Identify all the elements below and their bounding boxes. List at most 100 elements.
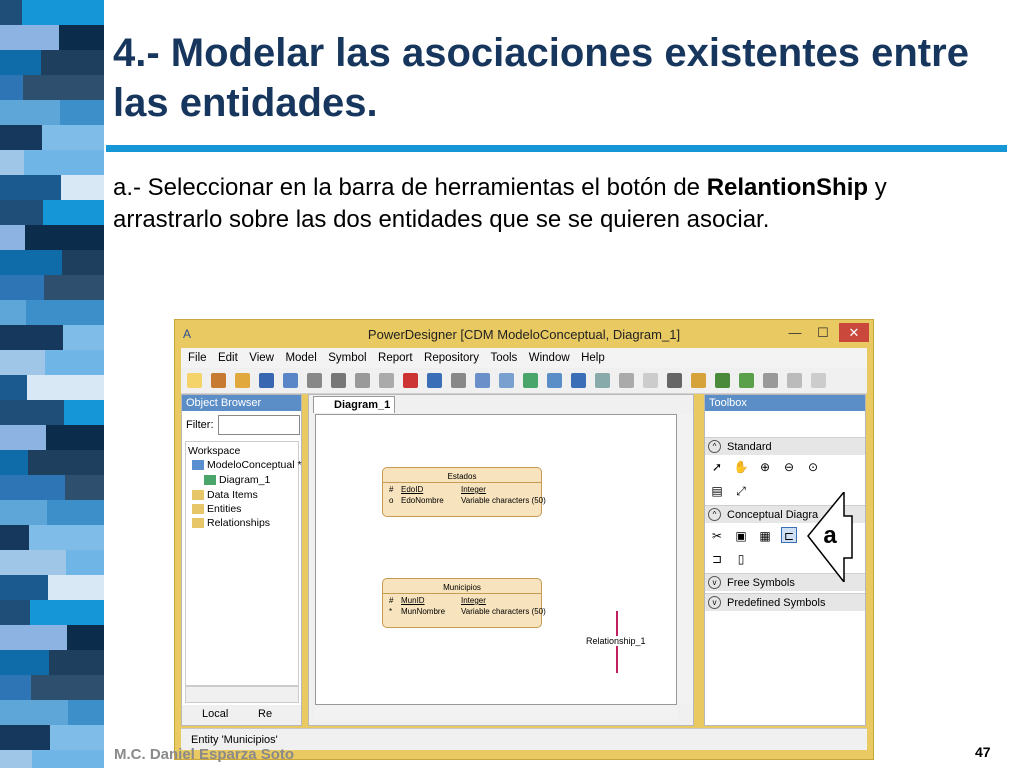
strip-segment — [0, 350, 104, 375]
tree-item-entities[interactable]: Entities — [192, 502, 241, 516]
filter-input[interactable] — [218, 415, 300, 435]
toolbar-icon[interactable] — [283, 373, 298, 388]
strip-segment — [0, 175, 104, 200]
tab-local[interactable]: Local — [202, 708, 228, 720]
menu-edit[interactable]: Edit — [218, 348, 238, 368]
strip-segment — [0, 50, 104, 75]
strip-segment — [0, 100, 104, 125]
package-icon[interactable]: ▣ — [733, 528, 749, 544]
note-icon[interactable]: ▤ — [709, 483, 725, 499]
strip-segment — [0, 375, 104, 400]
toolbox-section-standard[interactable]: ^ Standard — [705, 437, 865, 455]
link-icon[interactable]: ⤢ — [733, 483, 749, 499]
maximize-button[interactable]: ☐ — [809, 323, 837, 342]
folder-icon — [192, 504, 204, 515]
menu-symbol[interactable]: Symbol — [328, 348, 366, 368]
strip-segment — [0, 75, 104, 100]
tree-item-relationships[interactable]: Relationships — [192, 516, 270, 530]
toolbar-icon[interactable] — [523, 373, 538, 388]
zoom-icon[interactable]: ⊙ — [805, 459, 821, 475]
horizontal-scrollbar[interactable] — [185, 686, 299, 703]
filter-label: Filter: — [186, 419, 214, 431]
page-number: 47 — [975, 744, 991, 760]
footer-author: M.C. Daniel Esparza Soto — [114, 746, 295, 763]
menu-model[interactable]: Model — [285, 348, 316, 368]
toolbox-header: Toolbox — [705, 395, 865, 411]
menu-report[interactable]: Report — [378, 348, 413, 368]
toolbar-icon[interactable] — [379, 373, 394, 388]
menu-view[interactable]: View — [249, 348, 274, 368]
toolbar-icon[interactable] — [643, 373, 658, 388]
vertical-scrollbar[interactable] — [677, 414, 693, 705]
inheritance-icon[interactable]: ⊐ — [709, 551, 725, 567]
file-icon[interactable]: ▯ — [733, 551, 749, 567]
slide-title: 4.- Modelar las asociaciones existentes … — [113, 31, 969, 125]
toolbar-icon[interactable] — [307, 373, 322, 388]
scissors-icon[interactable]: ✂ — [709, 528, 725, 544]
menu-window[interactable]: Window — [529, 348, 570, 368]
horizontal-scrollbar[interactable] — [315, 705, 677, 721]
toolbar-icon[interactable] — [499, 373, 514, 388]
toolbar-icon[interactable] — [355, 373, 370, 388]
object-browser-header: Object Browser — [182, 395, 301, 411]
toolbar-icon[interactable] — [715, 373, 730, 388]
close-button[interactable]: ✕ — [839, 323, 869, 342]
toolbar-icon[interactable] — [595, 373, 610, 388]
toolbox-section-predefined-symbols[interactable]: v Predefined Symbols — [705, 593, 865, 611]
entity-municipios[interactable]: Municipios # MunID Integer * MunNombre Varia… — [382, 578, 546, 628]
entity-estados[interactable]: Estados # EdoID Integer o EdoNombre Variable… — [382, 467, 546, 517]
entity-icon[interactable]: ▦ — [757, 528, 773, 544]
menu-tools[interactable]: Tools — [490, 348, 517, 368]
zoom-out-icon[interactable]: ⊖ — [781, 459, 797, 475]
toolbar-icon[interactable] — [763, 373, 778, 388]
strip-segment — [0, 550, 104, 575]
strip-segment — [0, 575, 104, 600]
entity-attribute: # MunID Integer — [389, 596, 486, 605]
strip-segment — [0, 200, 104, 225]
zoom-in-icon[interactable]: ⊕ — [757, 459, 773, 475]
relationship-icon[interactable]: ⊏ — [781, 527, 797, 543]
tree-item-data-items[interactable]: Data Items — [192, 488, 258, 502]
strip-segment — [0, 650, 104, 675]
toolbar-icon[interactable] — [691, 373, 706, 388]
model-icon — [192, 460, 204, 471]
toolbar-icon[interactable] — [475, 373, 490, 388]
window-title: PowerDesigner [CDM ModeloConceptual, Dia… — [367, 327, 681, 342]
menu-repository[interactable]: Repository — [424, 348, 479, 368]
folder-icon — [192, 490, 204, 501]
tree-item-diagram[interactable]: Diagram_1 — [204, 473, 270, 487]
tab-repository[interactable]: Re — [258, 708, 272, 720]
toolbar-icon[interactable] — [403, 373, 418, 388]
toolbar-icon[interactable] — [547, 373, 562, 388]
toolbar-icon[interactable] — [451, 373, 466, 388]
tree-item-workspace[interactable]: Workspace — [188, 444, 240, 458]
toolbar-icon[interactable] — [427, 373, 442, 388]
menu-help[interactable]: Help — [581, 348, 605, 368]
diagram-canvas[interactable]: Estados # EdoID Integer o EdoNombre Variable… — [315, 414, 677, 705]
toolbar-icon[interactable] — [619, 373, 634, 388]
toolbar-icon[interactable] — [739, 373, 754, 388]
diagram-tab[interactable]: Diagram_1 — [313, 396, 395, 413]
toolbar-icon[interactable] — [811, 373, 826, 388]
menu-file[interactable]: File — [188, 348, 207, 368]
strip-segment — [0, 125, 104, 150]
toolbar-icon[interactable] — [187, 373, 202, 388]
strip-segment — [0, 400, 104, 425]
pointer-icon[interactable]: ➚ — [709, 459, 725, 475]
strip-segment — [0, 700, 104, 725]
grabber-icon[interactable]: ✋ — [733, 459, 749, 475]
entity-attribute: # EdoID Integer — [389, 485, 486, 494]
toolbar-icon[interactable] — [235, 373, 250, 388]
minimize-button[interactable]: — — [781, 323, 809, 342]
tree-item-model[interactable]: ModeloConceptual * — [192, 458, 302, 472]
toolbar-icon[interactable] — [331, 373, 346, 388]
toolbar-icon[interactable] — [571, 373, 586, 388]
strip-segment — [0, 275, 104, 300]
chevron-up-icon: ^ — [708, 440, 721, 453]
toolbar-icon[interactable] — [787, 373, 802, 388]
toolbar-icon[interactable] — [667, 373, 682, 388]
toolbar-icon[interactable] — [211, 373, 226, 388]
diagram-panel: Diagram_1 Estados # EdoID Integer o EdoNomb… — [308, 394, 694, 726]
menu-bar: File Edit View Model Symbol Report Repos… — [181, 348, 867, 368]
toolbar-icon[interactable] — [259, 373, 274, 388]
